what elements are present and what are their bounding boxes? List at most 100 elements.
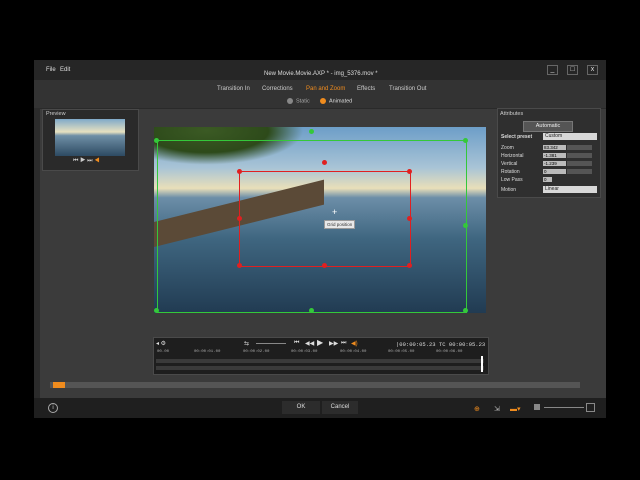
- vertical-value[interactable]: -1.239: [543, 161, 566, 166]
- end-handle-top[interactable]: [322, 160, 327, 165]
- preset-select[interactable]: Custom: [543, 133, 597, 140]
- ok-button[interactable]: OK: [282, 401, 320, 414]
- lowpass-value[interactable]: 0: [543, 177, 552, 182]
- cancel-button[interactable]: Cancel: [322, 401, 358, 414]
- motion-label: Motion: [501, 187, 517, 193]
- maximize-button[interactable]: □: [567, 65, 578, 75]
- scrub-slider[interactable]: [256, 343, 286, 344]
- timeline-menu-icon[interactable]: ◂ ⚙: [156, 340, 166, 347]
- minimize-button[interactable]: _: [547, 65, 558, 75]
- tick-label: 00:00:02.00: [243, 350, 270, 354]
- menu-file[interactable]: File: [46, 67, 56, 73]
- start-handle-tl[interactable]: [154, 138, 159, 143]
- end-handle-right[interactable]: [407, 216, 412, 221]
- end-handle-bl[interactable]: [237, 263, 242, 268]
- zoom-value[interactable]: 83.342: [543, 145, 566, 150]
- speaker-icon[interactable]: ◀): [351, 340, 358, 347]
- crosshair-icon: +: [332, 207, 338, 217]
- attributes-title: Attributes: [500, 111, 524, 117]
- step-forward-icon[interactable]: ▶▶: [329, 340, 338, 347]
- vertical-slider[interactable]: [567, 161, 592, 166]
- step-back-icon[interactable]: ◀◀: [305, 340, 314, 347]
- start-handle-bl[interactable]: [154, 308, 159, 313]
- play-icon[interactable]: ▶: [317, 338, 323, 347]
- end-frame-rect[interactable]: [239, 171, 411, 267]
- preset-label: Select preset: [501, 134, 533, 140]
- start-handle-right[interactable]: [463, 223, 468, 228]
- window-title: New Movie.Movie.AXP * - img_5376.mov *: [264, 71, 378, 77]
- static-mode-option[interactable]: Static: [287, 98, 310, 104]
- horizontal-slider[interactable]: [567, 153, 592, 158]
- horizontal-value[interactable]: -1.381: [543, 153, 566, 158]
- skip-end-icon[interactable]: ⏭: [341, 340, 346, 347]
- dialog-footer: i OK Cancel ⊕ ⇲ ▬▾: [34, 398, 606, 418]
- export-icon[interactable]: ⇲: [494, 405, 500, 413]
- zoom-label: Zoom: [501, 145, 514, 151]
- zoom-out-icon[interactable]: [534, 404, 540, 410]
- info-icon[interactable]: i: [48, 403, 58, 413]
- playhead[interactable]: [481, 356, 483, 372]
- menu-edit[interactable]: Edit: [60, 67, 70, 73]
- timecode-display[interactable]: TC 00:00:05.23: [439, 341, 485, 348]
- zoom-slider[interactable]: [544, 407, 584, 408]
- speaker-icon[interactable]: ◀: [94, 158, 99, 164]
- end-handle-tr[interactable]: [407, 169, 412, 174]
- loop-icon[interactable]: ⇆: [244, 340, 249, 347]
- render-icon[interactable]: ▬▾: [510, 405, 521, 413]
- end-handle-tl[interactable]: [237, 169, 242, 174]
- zoom-in-icon[interactable]: [586, 403, 595, 412]
- clip-progress-fill: [53, 382, 65, 388]
- tab-pan-and-zoom[interactable]: Pan and Zoom: [306, 86, 345, 92]
- radio-icon: [320, 98, 326, 104]
- preview-transport: ⏮ ▶ ⏭ ◀: [73, 158, 100, 165]
- effect-tabs: Transition In Corrections Pan and Zoom E…: [34, 80, 606, 96]
- horizontal-label: Horizontal: [501, 153, 524, 159]
- lowpass-label: Low Pass: [501, 177, 523, 183]
- automatic-button[interactable]: Automatic: [523, 121, 573, 132]
- tab-transition-out[interactable]: Transition Out: [389, 86, 426, 92]
- forward-icon[interactable]: ⏭: [87, 158, 92, 164]
- clip-progress-bar[interactable]: [50, 382, 580, 388]
- static-label: Static: [296, 98, 310, 105]
- tab-corrections[interactable]: Corrections: [262, 86, 293, 92]
- rotation-slider[interactable]: [567, 169, 592, 174]
- tick-label: 00.00: [157, 350, 170, 354]
- end-handle-left[interactable]: [237, 216, 242, 221]
- rewind-icon[interactable]: ⏮: [73, 158, 78, 164]
- animated-label: Animated: [329, 98, 353, 105]
- pan-zoom-window: File Edit New Movie.Movie.AXP * - img_53…: [34, 60, 606, 418]
- tick-label: 00:00:05.00: [388, 350, 415, 354]
- close-button[interactable]: x: [587, 65, 598, 75]
- attributes-panel: Attributes Automatic Select preset Custo…: [497, 108, 601, 198]
- left-dock-strip: [34, 108, 40, 398]
- preview-thumbnail: [55, 119, 125, 156]
- preview-panel: Preview ⏮ ▶ ⏭ ◀: [42, 109, 139, 171]
- animated-mode-option[interactable]: Animated: [320, 98, 352, 104]
- preview-title: Preview: [46, 111, 66, 117]
- start-handle-bottom[interactable]: [309, 308, 314, 313]
- keyframe-track[interactable]: [156, 359, 484, 363]
- motion-select[interactable]: Linear: [543, 186, 597, 193]
- start-handle-br[interactable]: [463, 308, 468, 313]
- menu-bar: File Edit New Movie.Movie.AXP * - img_53…: [34, 60, 606, 80]
- target-icon[interactable]: ⊕: [474, 405, 480, 413]
- radio-icon: [287, 98, 293, 104]
- vertical-label: Vertical: [501, 161, 518, 167]
- skip-start-icon[interactable]: ⏮: [294, 340, 299, 347]
- tab-effects[interactable]: Effects: [357, 86, 375, 92]
- keyframe-timeline: ◂ ⚙ ⇆ ⏮ ◀◀ ▶ ▶▶ ⏭ ◀) |00:00:05.23 TC 00:…: [153, 337, 489, 375]
- tick-label: 00:00:04.00: [340, 350, 367, 354]
- play-icon[interactable]: ▶: [80, 158, 85, 164]
- rotation-value[interactable]: 0: [543, 169, 566, 174]
- video-canvas[interactable]: + Grid position: [154, 127, 486, 313]
- end-handle-bottom[interactable]: [322, 263, 327, 268]
- tab-transition-in[interactable]: Transition In: [217, 86, 250, 92]
- rotation-label: Rotation: [501, 169, 520, 175]
- start-handle-top[interactable]: [309, 129, 314, 134]
- end-handle-br[interactable]: [407, 263, 412, 268]
- start-handle-tr[interactable]: [463, 138, 468, 143]
- timecode-current: |00:00:05.23: [396, 341, 436, 348]
- keyframe-track[interactable]: [156, 366, 484, 370]
- tick-label: 00:00:01.00: [194, 350, 221, 354]
- zoom-slider[interactable]: [567, 145, 592, 150]
